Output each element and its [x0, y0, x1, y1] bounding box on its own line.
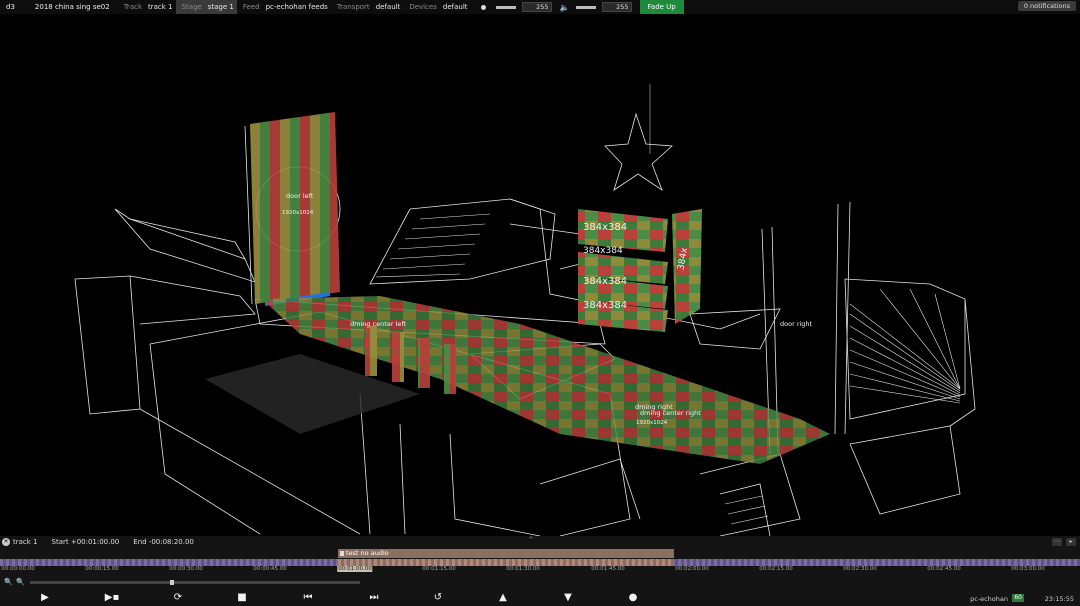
- audio-clip[interactable]: test no audio: [338, 549, 674, 558]
- transport-label: Transport: [336, 3, 370, 11]
- play-to-end-icon[interactable]: ▶▪: [104, 592, 120, 604]
- timeline-header: ✕ track 1 Start +00:01:00.00 End -00:08:…: [0, 536, 1080, 548]
- zoom-in-icon[interactable]: 🔍: [16, 578, 25, 586]
- loop-play-icon[interactable]: ⟳: [170, 592, 186, 604]
- time-tick: 00:02:30.00: [843, 566, 877, 572]
- timeline-scrollbar[interactable]: [30, 580, 360, 585]
- record-icon[interactable]: ●: [625, 592, 641, 604]
- speaker-icon: 🔈: [559, 2, 570, 12]
- time-ruler[interactable]: 00:00:00.00 00:00:15.00 00:00:30.00 00:0…: [0, 566, 1080, 576]
- label-projector-center-right: dming center right: [640, 409, 701, 417]
- time-tick: 00:02:45.00: [927, 566, 961, 572]
- timeline-end[interactable]: End -00:08:20.00: [133, 538, 194, 546]
- time-tick: 00:02:15.00: [759, 566, 793, 572]
- next-section-icon[interactable]: ⏭: [366, 592, 382, 604]
- timeline-right-controls: ⋯ ▸: [1052, 538, 1076, 546]
- track-selection[interactable]: [338, 559, 674, 566]
- brightness-value[interactable]: 255: [521, 2, 552, 12]
- track-label: Track: [123, 3, 143, 11]
- volume-slider[interactable]: [575, 5, 596, 9]
- zoom-row: 🔍 🔍: [0, 578, 1080, 586]
- label-door-left: door left: [286, 192, 314, 200]
- stop-icon[interactable]: ■: [234, 592, 250, 604]
- feed-selector[interactable]: pc-echohan feeds: [263, 3, 331, 11]
- play-icon[interactable]: ▶: [37, 592, 53, 604]
- label-projector-center-left: dming center left: [350, 320, 407, 328]
- timeline-track-name: track 1: [13, 538, 38, 546]
- time-tick: 00:01:15.00: [422, 566, 456, 572]
- label-res-left: 1920x1024: [282, 210, 314, 216]
- brightness-icon: [480, 4, 486, 10]
- playhead-time[interactable]: 00:01:00.00: [337, 566, 373, 572]
- volume-value[interactable]: 255: [601, 2, 632, 12]
- time-tick: 00:00:30.00: [169, 566, 203, 572]
- left-led-screen: [250, 112, 340, 304]
- stage-viewport[interactable]: door left door right 384x384 384x384 384…: [0, 14, 1080, 536]
- time-tick: 00:03:00.00: [1011, 566, 1045, 572]
- timeline-panel: ✕ track 1 Start +00:01:00.00 End -00:08:…: [0, 536, 1080, 606]
- previous-section-icon[interactable]: ⏮: [300, 592, 316, 604]
- stage-wireframe: [74, 84, 976, 536]
- stage-label: Stage: [175, 0, 205, 14]
- return-icon[interactable]: ↺: [430, 592, 446, 604]
- fade-up-button[interactable]: Fade Up: [639, 0, 684, 14]
- down-arrow-icon[interactable]: ▼: [560, 592, 576, 604]
- time-tick: 00:00:00.00: [1, 566, 35, 572]
- fps-badge: 60: [1012, 594, 1024, 602]
- time-tick: 00:01:45.00: [591, 566, 625, 572]
- devices-selector[interactable]: default: [440, 3, 471, 11]
- track-selector[interactable]: track 1: [145, 3, 176, 11]
- feed-label: Feed: [242, 3, 260, 11]
- floor-shadow: [205, 354, 420, 434]
- time-tick: 00:02:00.00: [675, 566, 709, 572]
- devices-label: Devices: [409, 3, 437, 11]
- stage-selector[interactable]: stage 1: [204, 0, 237, 14]
- timeline-settings-icon[interactable]: ⋯: [1052, 538, 1062, 546]
- collapse-chevron-icon[interactable]: ^: [528, 536, 534, 544]
- label-led-res-4: 384x384: [583, 300, 628, 311]
- label-led-res-2: 384x384: [583, 246, 623, 256]
- time-tick: 00:00:45.00: [253, 566, 287, 572]
- transport-selector[interactable]: default: [373, 3, 404, 11]
- timeline-pin-icon[interactable]: ▸: [1066, 538, 1076, 546]
- notifications-button[interactable]: 0 notifications: [1017, 1, 1076, 11]
- transport-controls: ▶ ▶▪ ⟳ ■ ⏮ ⏭ ↺ ▲ ▼ ● pc-echohan 60 23:15…: [0, 590, 1080, 606]
- host-name: pc-echohan: [970, 595, 1008, 603]
- clock: 23:15:55: [1044, 595, 1074, 603]
- project-name[interactable]: 2018 china sing se02: [21, 3, 118, 11]
- zoom-out-icon[interactable]: 🔍: [4, 578, 13, 586]
- label-led-res-3: 384x384: [583, 276, 628, 287]
- brightness-slider[interactable]: [495, 5, 516, 9]
- timeline-start[interactable]: Start +00:01:00.00: [52, 538, 120, 546]
- top-bar: d3 2018 china sing se02 Track track 1 St…: [0, 0, 1080, 14]
- scrollbar-thumb[interactable]: [170, 580, 174, 585]
- app-name[interactable]: d3: [0, 3, 21, 11]
- track-strip[interactable]: [0, 559, 1080, 566]
- close-icon[interactable]: ✕: [2, 538, 10, 546]
- label-res-right: 1920x1024: [636, 420, 668, 426]
- time-tick: 00:01:30.00: [506, 566, 540, 572]
- label-door-right: door right: [780, 320, 813, 328]
- up-arrow-icon[interactable]: ▲: [495, 592, 511, 604]
- time-tick: 00:00:15.00: [85, 566, 119, 572]
- label-led-res-1: 384x384: [583, 222, 628, 233]
